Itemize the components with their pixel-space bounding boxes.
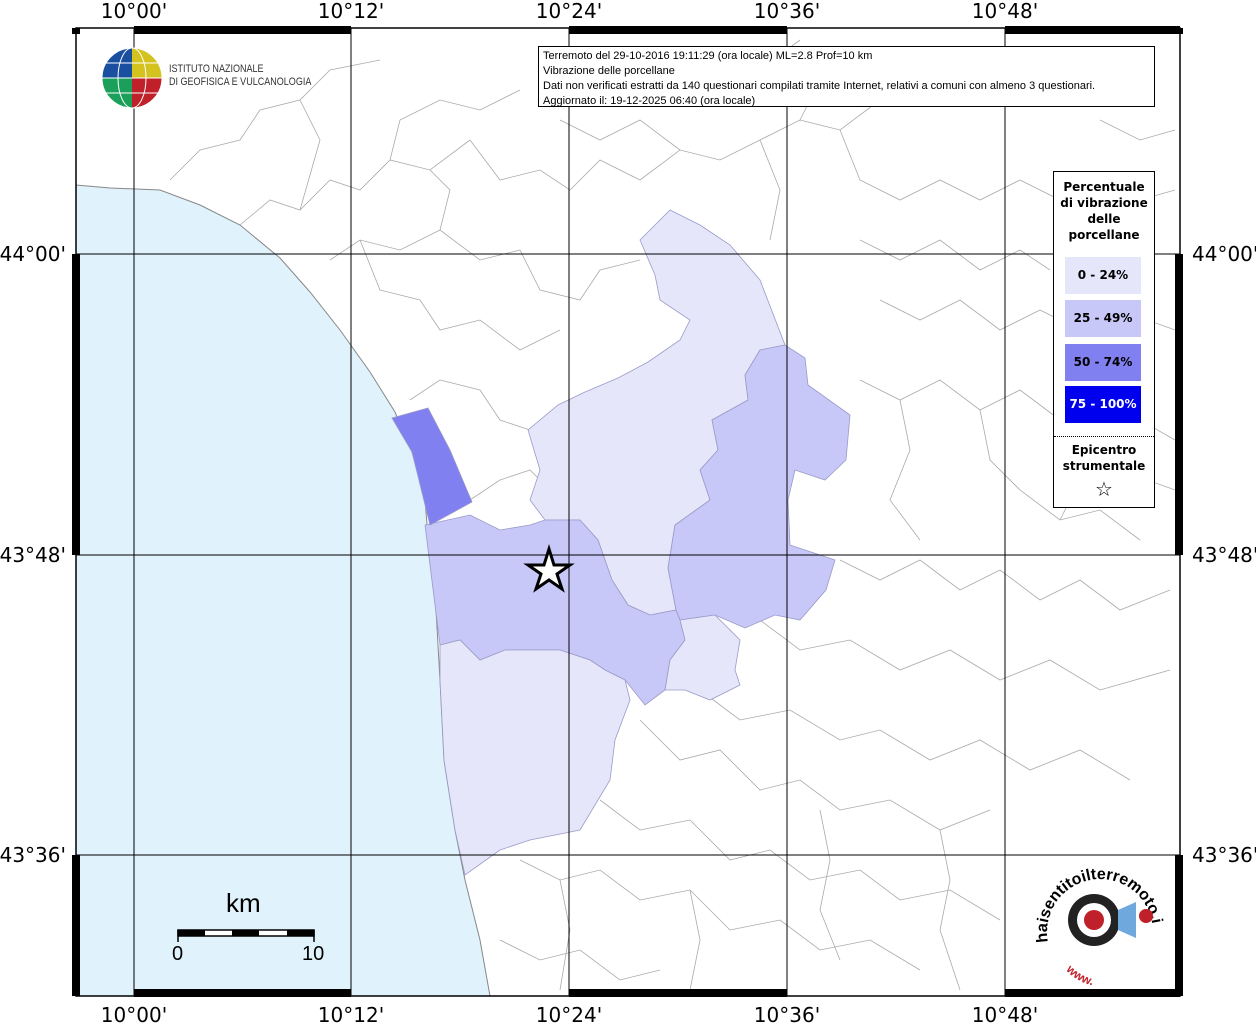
lat-label-right: 44°00' xyxy=(1192,242,1256,266)
lon-label-bottom: 10°48' xyxy=(972,1003,1038,1024)
parameter-line: Vibrazione delle porcellane xyxy=(543,65,675,77)
scale-unit: km xyxy=(226,888,261,918)
lon-label-bottom: 10°00' xyxy=(101,1003,167,1024)
legend-epicenter-line: Epicentro xyxy=(1071,443,1137,457)
legend-class-1: 0 - 24% xyxy=(1065,257,1141,294)
event-info-box: Terremoto del 29-10-2016 19:11:29 (ora l… xyxy=(538,46,1155,107)
lon-label-top: 10°24' xyxy=(536,0,602,23)
lon-label-top: 10°48' xyxy=(972,0,1038,23)
legend-class-2: 25 - 49% xyxy=(1065,300,1141,337)
lat-label-left: 43°36' xyxy=(0,843,66,867)
legend-star-icon: ☆ xyxy=(1095,477,1113,501)
data-note-line: Dati non verificati estratti da 140 ques… xyxy=(543,80,1096,92)
legend-title: Percentuale di vibrazione delle porcella… xyxy=(1054,179,1154,243)
lon-label-bottom: 10°12' xyxy=(318,1003,384,1024)
legend-title-line: Percentuale xyxy=(1063,180,1145,194)
institute-line: DI GEOFISICA E VULCANOLOGIA xyxy=(169,76,312,88)
institute-line: ISTITUTO NAZIONALE xyxy=(169,63,264,75)
legend-title-line: delle xyxy=(1087,212,1121,226)
legend-epicenter-line: strumentale xyxy=(1062,459,1146,473)
event-line: Terremoto del 29-10-2016 19:11:29 (ora l… xyxy=(543,50,873,62)
legend-class-4: 75 - 100% xyxy=(1065,386,1141,423)
lat-label-right: 43°36' xyxy=(1192,843,1256,867)
ingv-logo-icon xyxy=(101,47,163,109)
lat-label-left: 44°00' xyxy=(0,242,66,266)
lat-label-right: 43°48' xyxy=(1192,543,1256,567)
speaker-icon xyxy=(1118,902,1136,938)
institute-name: ISTITUTO NAZIONALE DI GEOFISICA E VULCAN… xyxy=(169,63,311,89)
scale-max: 10 xyxy=(302,943,325,965)
question-icon xyxy=(1139,909,1153,923)
lon-label-top: 10°00' xyxy=(101,0,167,23)
lon-label-top: 10°12' xyxy=(318,0,384,23)
legend-title-line: di vibrazione xyxy=(1060,196,1148,210)
legend-title-line: porcellane xyxy=(1068,228,1140,242)
lon-label-top: 10°36' xyxy=(754,0,820,23)
lat-label-left: 43°48' xyxy=(0,543,66,567)
legend-epicenter-label: Epicentro strumentale xyxy=(1054,442,1154,474)
legend-class-3: 50 - 74% xyxy=(1065,344,1141,381)
lon-label-bottom: 10°24' xyxy=(536,1003,602,1024)
updated-line: Aggiornato il: 19-12-2025 06:40 (ora loc… xyxy=(543,95,756,107)
scale-min: 0 xyxy=(172,943,184,965)
haisentito-www-text: www. xyxy=(1063,961,1095,988)
lon-label-bottom: 10°36' xyxy=(754,1003,820,1024)
legend-divider xyxy=(1054,436,1154,437)
legend: Percentuale di vibrazione delle porcella… xyxy=(1053,171,1155,508)
haisentito-logo: haisentitoilterremoto.it www. xyxy=(1036,862,1165,988)
